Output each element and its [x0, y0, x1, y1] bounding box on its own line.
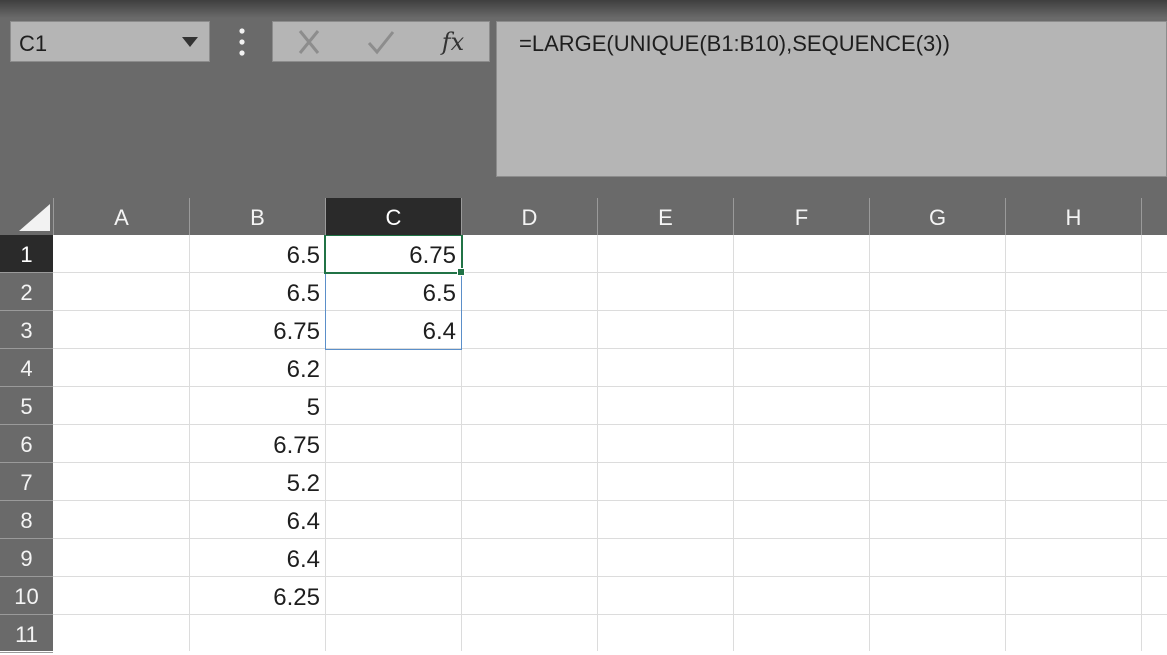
- cell-b8[interactable]: 6.4: [190, 501, 325, 539]
- more-options-icon[interactable]: [234, 26, 250, 58]
- name-box[interactable]: C1: [10, 21, 210, 62]
- row-header-1[interactable]: 1: [0, 235, 53, 273]
- worksheet-grid[interactable]: 6.5 6.5 6.75 6.2 5 6.75 5.2 6.4 6.4 6.25…: [53, 235, 1167, 651]
- formula-text[interactable]: =LARGE(UNIQUE(B1:B10),SEQUENCE(3)): [519, 31, 950, 57]
- formula-toolbar: C1 fx =LARGE(UNIQUE(B1:B10),SEQUENCE(3)): [0, 0, 1167, 198]
- row-header-10[interactable]: 10: [0, 577, 53, 615]
- row-header-2[interactable]: 2: [0, 273, 53, 311]
- formula-bar[interactable]: =LARGE(UNIQUE(B1:B10),SEQUENCE(3)): [496, 21, 1167, 177]
- cell-c2[interactable]: 6.5: [326, 273, 461, 311]
- insert-function-icon[interactable]: fx: [433, 28, 473, 56]
- select-all-corner[interactable]: [0, 198, 54, 235]
- row-header-6[interactable]: 6: [0, 425, 53, 463]
- cell-b3[interactable]: 6.75: [190, 311, 325, 349]
- cell-b4[interactable]: 6.2: [190, 349, 325, 387]
- row-header-5[interactable]: 5: [0, 387, 53, 425]
- select-all-triangle-icon: [19, 204, 50, 231]
- column-header-c[interactable]: C: [326, 198, 462, 235]
- row-header-4[interactable]: 4: [0, 349, 53, 387]
- column-header-a[interactable]: A: [54, 198, 190, 235]
- name-box-value: C1: [19, 31, 48, 56]
- formula-buttons: fx: [272, 21, 490, 62]
- row-header-9[interactable]: 9: [0, 539, 53, 577]
- column-header-b[interactable]: B: [190, 198, 326, 235]
- cell-b7[interactable]: 5.2: [190, 463, 325, 501]
- toolbar-top-strip: [0, 0, 1167, 18]
- column-header-g[interactable]: G: [870, 198, 1006, 235]
- row-header-11[interactable]: 11: [0, 615, 53, 653]
- cell-b5[interactable]: 5: [190, 387, 325, 425]
- cell-c1[interactable]: 6.75: [326, 235, 461, 273]
- row-header-8[interactable]: 8: [0, 501, 53, 539]
- cell-b6[interactable]: 6.75: [190, 425, 325, 463]
- cell-b10[interactable]: 6.25: [190, 577, 325, 615]
- column-headers: A B C D E F G H: [0, 198, 1167, 235]
- svg-text:fx: fx: [440, 28, 465, 56]
- cell-b2[interactable]: 6.5: [190, 273, 325, 311]
- row-headers: 1 2 3 4 5 6 7 8 9 10 11: [0, 235, 53, 653]
- cell-b1[interactable]: 6.5: [190, 235, 325, 273]
- x-icon[interactable]: [289, 28, 329, 56]
- column-header-e[interactable]: E: [598, 198, 734, 235]
- column-header-f[interactable]: F: [734, 198, 870, 235]
- row-header-7[interactable]: 7: [0, 463, 53, 501]
- row-header-3[interactable]: 3: [0, 311, 53, 349]
- column-header-h[interactable]: H: [1006, 198, 1142, 235]
- cell-b9[interactable]: 6.4: [190, 539, 325, 577]
- column-header-d[interactable]: D: [462, 198, 598, 235]
- check-icon[interactable]: [361, 28, 401, 56]
- chevron-down-icon[interactable]: [181, 35, 199, 49]
- cell-c3[interactable]: 6.4: [326, 311, 461, 349]
